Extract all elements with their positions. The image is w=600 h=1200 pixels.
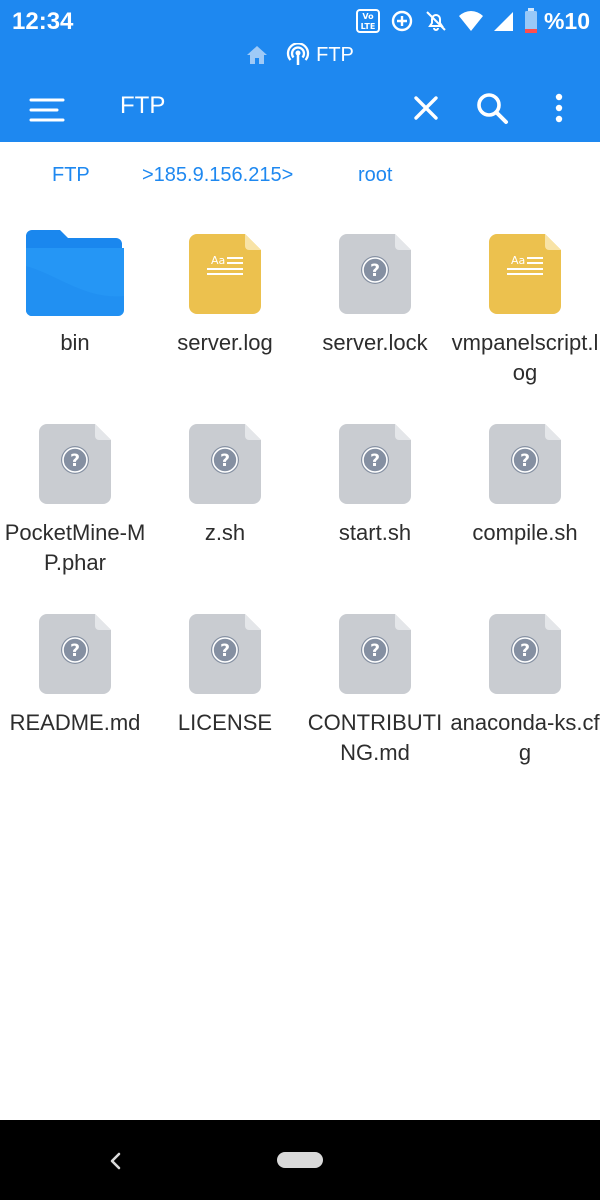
search-button[interactable] <box>472 88 512 128</box>
search-icon <box>477 93 508 124</box>
hamburger-menu-icon <box>29 98 65 122</box>
unknown-file-icon: ? <box>337 232 413 316</box>
app-title: FTP <box>120 92 166 119</box>
file-name: PocketMine-MP.phar <box>4 520 146 575</box>
doc-glyph-text: Aa <box>511 254 525 267</box>
file-name: compile.sh <box>472 520 578 545</box>
data-saver-icon <box>391 10 413 32</box>
file-item[interactable]: Aa server.log <box>150 222 300 412</box>
file-item[interactable]: ? PocketMine-MP.phar <box>0 412 150 602</box>
file-name: README.md <box>9 710 141 735</box>
question-glyph: ? <box>520 641 530 661</box>
close-button[interactable] <box>406 88 446 128</box>
file-item[interactable]: bin <box>0 222 150 412</box>
file-item[interactable]: ? start.sh <box>300 412 450 602</box>
unknown-file-icon: ? <box>487 422 563 506</box>
svg-text:LTE: LTE <box>361 22 376 31</box>
question-glyph: ? <box>220 451 230 471</box>
status-bar: 12:34 Vo LTE %10 FTP <box>0 0 600 80</box>
file-name: CONTRIBUTING.md <box>307 710 443 765</box>
file-grid: bin Aa server.log ? server.lock Aa vmpan… <box>0 222 600 792</box>
unknown-file-icon: ? <box>37 422 113 506</box>
breadcrumb-ftp[interactable]: FTP <box>52 164 90 187</box>
ftp-status-label: FTP <box>316 43 354 66</box>
doc-glyph-text: Aa <box>211 254 225 267</box>
file-item[interactable]: ? LICENSE <box>150 602 300 792</box>
file-item[interactable]: ? README.md <box>0 602 150 792</box>
folder-icon <box>26 230 124 316</box>
back-button[interactable] <box>100 1146 130 1176</box>
question-glyph: ? <box>370 641 380 661</box>
navigation-bar <box>0 1120 600 1200</box>
file-item[interactable]: ? compile.sh <box>450 412 600 602</box>
file-item[interactable]: ? server.lock <box>300 222 450 412</box>
menu-button[interactable] <box>28 90 68 130</box>
more-vertical-icon <box>555 93 563 123</box>
text-file-icon: Aa <box>187 232 263 316</box>
volte-icon: Vo LTE <box>355 9 380 33</box>
file-name: z.sh <box>204 520 246 545</box>
home-pill-button[interactable] <box>277 1152 323 1168</box>
wifi-icon <box>458 11 483 31</box>
more-options-button[interactable] <box>540 88 580 128</box>
file-item[interactable]: ? CONTRIBUTING.md <box>300 602 450 792</box>
home-icon <box>247 46 268 64</box>
question-glyph: ? <box>220 641 230 661</box>
file-name: bin <box>60 330 90 355</box>
question-glyph: ? <box>520 451 530 471</box>
unknown-file-icon: ? <box>187 612 263 696</box>
app-bar: FTP <box>0 80 600 142</box>
file-name: server.lock <box>322 330 428 355</box>
breadcrumb: FTP >185.9.156.215> root <box>0 142 600 206</box>
file-item[interactable]: ? anaconda-ks.cfg <box>450 602 600 792</box>
notifications-off-icon <box>426 11 446 31</box>
status-icons: Vo LTE %10 <box>355 6 590 36</box>
ftp-status: FTP <box>286 43 354 67</box>
unknown-file-icon: ? <box>187 422 263 506</box>
file-item[interactable]: Aa vmpanelscript.log <box>450 222 600 412</box>
file-name: server.log <box>177 330 273 355</box>
question-glyph: ? <box>70 641 80 661</box>
unknown-file-icon: ? <box>487 612 563 696</box>
text-file-icon: Aa <box>487 232 563 316</box>
battery-icon <box>524 8 537 33</box>
signal-icon <box>493 12 513 31</box>
file-name: LICENSE <box>177 710 273 735</box>
question-glyph: ? <box>70 451 80 471</box>
status-ongoing: FTP <box>0 40 600 70</box>
breadcrumb-root[interactable]: root <box>358 164 392 187</box>
wireless-antenna-icon <box>286 43 310 65</box>
breadcrumb-host[interactable]: >185.9.156.215> <box>142 164 293 187</box>
close-icon <box>414 96 438 120</box>
unknown-file-icon: ? <box>337 422 413 506</box>
file-name: vmpanelscript.log <box>451 330 599 385</box>
battery-percent: %10 <box>543 7 590 34</box>
question-glyph: ? <box>370 451 380 471</box>
status-time: 12:34 <box>12 8 74 35</box>
unknown-file-icon: ? <box>37 612 113 696</box>
svg-text:Vo: Vo <box>362 12 374 21</box>
question-glyph: ? <box>370 261 380 281</box>
file-item[interactable]: ? z.sh <box>150 412 300 602</box>
file-name: start.sh <box>338 520 412 545</box>
unknown-file-icon: ? <box>337 612 413 696</box>
file-name: anaconda-ks.cfg <box>450 710 600 765</box>
chevron-left-icon <box>110 1152 121 1170</box>
